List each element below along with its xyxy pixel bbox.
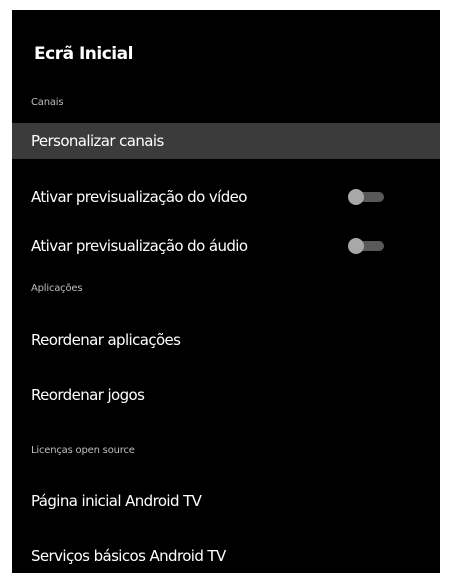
menu-item-label: Página inicial Android TV [31,492,202,510]
menu-item-android-tv-core-services[interactable]: Serviços básicos Android TV [12,538,440,573]
menu-item-label: Reordenar aplicações [31,331,181,349]
video-preview-toggle[interactable] [348,189,384,205]
toggle-thumb [348,189,364,205]
home-screen-settings-panel: Ecrã Inicial Canais Personalizar canais … [12,10,440,573]
section-header-licenses: Licenças open source [31,445,135,456]
page-title: Ecrã Inicial [34,44,133,64]
menu-item-customize-channels[interactable]: Personalizar canais [12,123,440,159]
menu-item-android-tv-home[interactable]: Página inicial Android TV [12,483,440,519]
audio-preview-toggle[interactable] [348,238,384,254]
section-header-channels: Canais [31,97,64,108]
menu-item-reorder-apps[interactable]: Reordenar aplicações [12,322,440,358]
toggle-thumb [348,238,364,254]
menu-item-label: Personalizar canais [31,132,164,150]
menu-item-reorder-games[interactable]: Reordenar jogos [12,377,440,413]
menu-item-label: Reordenar jogos [31,386,145,404]
menu-item-audio-preview[interactable]: Ativar previsualização do áudio [12,228,440,264]
menu-item-label: Ativar previsualização do áudio [31,237,248,255]
section-header-apps: Aplicações [31,283,83,294]
menu-item-video-preview[interactable]: Ativar previsualização do vídeo [12,179,440,215]
menu-item-label: Ativar previsualização do vídeo [31,188,247,206]
menu-item-label: Serviços básicos Android TV [31,547,226,565]
